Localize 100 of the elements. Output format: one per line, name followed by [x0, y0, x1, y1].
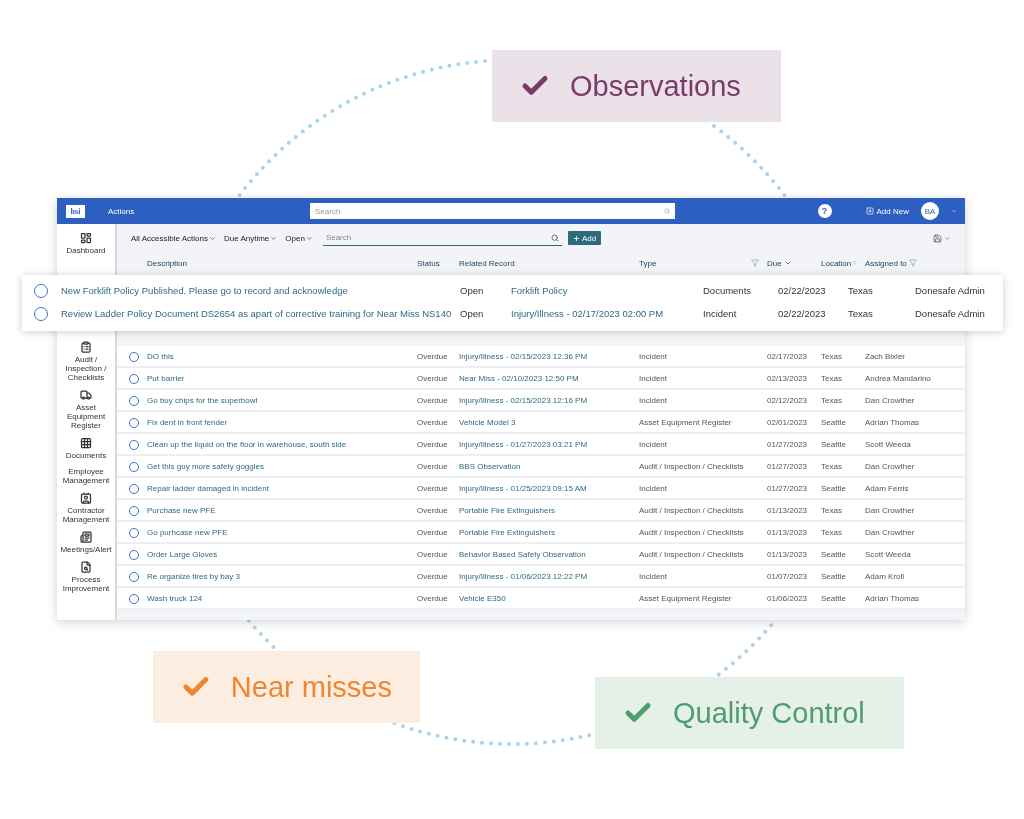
nav-item[interactable]: Process Improvement: [57, 575, 115, 593]
nav-icon[interactable]: [80, 561, 92, 573]
location-cell-text: Seattle: [821, 483, 847, 494]
nav-item[interactable]: Meetings/Alert: [57, 545, 115, 554]
filter-dropdown[interactable]: All Accessible Actions: [131, 233, 216, 243]
table-row[interactable]: Go purhcase new PFE Overdue Portable Fire Extinguishers Audit / Inspection / Checklists 01/13/2023 Texas Dan Crowther: [117, 522, 965, 544]
action-description[interactable]: Clean up the liquid on the floor in warehouse, south side: [147, 439, 417, 450]
nav-icon[interactable]: [80, 232, 92, 244]
table-row[interactable]: DO this Overdue Injury/Illness - 02/15/2023 12:36 PM Incident 02/17/2023 Texas Zach Bixler: [117, 346, 965, 368]
action-description[interactable]: New Forklift Policy Published. Please go to record and acknowledge: [61, 284, 460, 298]
due-cell-text: 02/13/2023: [767, 373, 809, 384]
column-header[interactable]: Location: [821, 258, 865, 268]
assignee-cell-text: Dan Crowther: [865, 527, 916, 538]
filter-dropdown[interactable]: Due Anytime: [223, 233, 278, 243]
add-new-button[interactable]: Add New: [865, 206, 909, 216]
due-cell-text: 01/27/2023: [767, 439, 809, 450]
assignee-cell-text: Andrea Mandarino: [865, 373, 932, 384]
filter-dropdown[interactable]: Open: [285, 233, 313, 243]
assignee-cell-text: Scott Weeda: [865, 439, 912, 450]
table-row[interactable]: Purchase new PFE Overdue Portable Fire Extinguishers Audit / Inspection / Checklists 01/13/2023 Texas Dan Crowther: [117, 500, 965, 522]
column-header[interactable]: Due: [767, 258, 821, 268]
table-row[interactable]: Get this guy more safety goggles Overdue BBS Observation Audit / Inspection / Checklists 01/27/2023 Texas Dan Crowther: [117, 456, 965, 478]
related-record-link[interactable]: Portable Fire Extinguishers: [459, 527, 639, 538]
caret-icon[interactable]: [951, 208, 957, 214]
related-record-link[interactable]: Behavior Based Safety Observation: [459, 549, 639, 560]
help-button[interactable]: ?: [817, 204, 832, 218]
related-record-link[interactable]: Vehicle E350: [459, 593, 639, 604]
search-icon: [664, 208, 670, 214]
add-button[interactable]: Add: [567, 231, 602, 245]
table-row[interactable]: Clean up the liquid on the floor in warehouse, south side Overdue Injury/Illness - 01/27/2023 03:21 PM Incident 01/27/2023 Seattle Scott Weeda: [117, 434, 965, 456]
status-cell-text: Overdue: [417, 417, 449, 428]
related-record-link[interactable]: Portable Fire Extinguishers: [459, 505, 639, 516]
column-header[interactable]: Description: [147, 258, 417, 268]
action-description[interactable]: Fix dent in front fender: [147, 417, 417, 428]
save-menu[interactable]: [933, 233, 951, 243]
related-record-link[interactable]: Vehicle Model 3: [459, 417, 639, 428]
location-cell-text: Texas: [821, 461, 843, 472]
due-cell-text: 01/13/2023: [767, 549, 809, 560]
action-description[interactable]: Re organize tires by bay 3: [147, 571, 417, 582]
table-row[interactable]: Re organize tires by bay 3 Overdue Injury/Illness - 01/06/2023 12:22 PM Incident 01/07/2023 Seattle Adam Kroll: [117, 566, 965, 588]
related-record-link[interactable]: Near Miss - 02/10/2023 12:50 PM: [459, 373, 639, 384]
related-record-link[interactable]: Injury/Illness - 02/17/2023 02:00 PM: [511, 307, 703, 321]
related-record-link[interactable]: Forklift Policy: [511, 284, 703, 298]
related-record-link[interactable]: Injury/Illness - 02/15/2023 12:16 PM: [459, 395, 639, 406]
nav-item[interactable]: Documents: [57, 451, 115, 460]
nav-item[interactable]: Contractor Management: [57, 506, 115, 524]
type-cell-text: Incident: [639, 439, 669, 450]
action-description[interactable]: Purchase new PFE: [147, 505, 417, 516]
assignee-cell-text: Donesafe Admin: [915, 284, 986, 298]
status-cell-text: Overdue: [417, 571, 449, 582]
action-description[interactable]: Go purhcase new PFE: [147, 527, 417, 538]
related-record-link[interactable]: BBS Observation: [459, 461, 639, 472]
table-row[interactable]: Go buy chips for the superbowl Overdue Injury/Illness - 02/15/2023 12:16 PM Incident 02/12/2023 Texas Dan Crowther: [117, 390, 965, 412]
due-cell-text: 01/13/2023: [767, 527, 809, 538]
type-cell-text: Audit / Inspection / Checklists: [639, 505, 745, 516]
search-field[interactable]: Search: [322, 230, 562, 246]
related-record-link[interactable]: Injury/Illness - 02/15/2023 12:36 PM: [459, 351, 639, 362]
action-description[interactable]: Order Large Gloves: [147, 549, 417, 560]
table-row[interactable]: Fix dent in front fender Overdue Vehicle Model 3 Asset Equipment Register 02/01/2023 Seattle Adrian Thomas: [117, 412, 965, 434]
related-record-link[interactable]: Injury/Illness - 01/27/2023 03:21 PM: [459, 439, 639, 450]
sort-icon[interactable]: [783, 259, 792, 267]
location-cell-text: Texas: [848, 307, 874, 321]
column-header[interactable]: Related Record: [459, 258, 639, 268]
table-row[interactable]: Wash truck 124 Overdue Vehicle E350 Asset Equipment Register 01/06/2023 Seattle Adrian Thomas: [117, 588, 965, 610]
column-header[interactable]: Type: [639, 258, 767, 268]
assignee-cell-text: Dan Crowther: [865, 505, 916, 516]
badge-label: Quality Control: [673, 696, 865, 730]
status-cell-text: Overdue: [417, 351, 449, 362]
action-description[interactable]: Repair ladder damaged in incident: [147, 483, 417, 494]
nav-item[interactable]: Dashboard: [57, 246, 115, 255]
location-cell-text: Seattle: [821, 571, 847, 582]
table-row[interactable]: Order Large Gloves Overdue Behavior Based Safety Observation Audit / Inspection / Checklists 01/13/2023 Seattle Scott Weeda: [117, 544, 965, 566]
related-record-link[interactable]: Injury/Illness - 01/25/2023 09:15 AM: [459, 483, 639, 494]
nav-item[interactable]: Audit / Inspection / Checklists: [57, 355, 115, 382]
type-cell-text: Incident: [639, 395, 669, 406]
table-row[interactable]: Repair ladder damaged in incident Overdue Injury/Illness - 01/25/2023 09:15 AM Incident 01/27/2023 Seattle Adam Ferris: [117, 478, 965, 500]
nav-icon[interactable]: [80, 531, 92, 543]
type-cell-text: Incident: [639, 483, 669, 494]
related-record-link[interactable]: Injury/Illness - 01/06/2023 12:22 PM: [459, 571, 639, 582]
action-description[interactable]: Put barrier: [147, 373, 417, 384]
column-header[interactable]: Assigned to: [865, 258, 965, 268]
caret-icon: [270, 234, 278, 242]
nav-icon[interactable]: [80, 389, 92, 401]
nav-icon[interactable]: [80, 437, 92, 449]
nav-item[interactable]: Asset Equipment Register: [57, 403, 115, 430]
assignee-cell-text: Adrian Thomas: [865, 593, 921, 604]
action-description[interactable]: Review Ladder Policy Document DS2654 as apart of corrective training for Near Miss NS140: [61, 307, 460, 321]
nav-icon[interactable]: [80, 341, 92, 353]
location-cell-text: Texas: [821, 527, 843, 538]
action-description[interactable]: Get this guy more safety goggles: [147, 461, 417, 472]
action-description[interactable]: DO this: [147, 351, 417, 362]
nav-item[interactable]: Employee Management: [57, 467, 115, 485]
logo[interactable]: hsi: [66, 204, 85, 218]
column-header[interactable]: Status: [417, 258, 459, 268]
badge-label: Observations: [570, 69, 741, 103]
nav-icon[interactable]: [80, 492, 92, 504]
action-description[interactable]: Go buy chips for the superbowl: [147, 395, 417, 406]
user-avatar[interactable]: BA: [921, 202, 939, 220]
table-row[interactable]: Put barrier Overdue Near Miss - 02/10/2023 12:50 PM Incident 02/13/2023 Texas Andrea Mandarino: [117, 368, 965, 390]
action-description[interactable]: Wash truck 124: [147, 593, 417, 604]
